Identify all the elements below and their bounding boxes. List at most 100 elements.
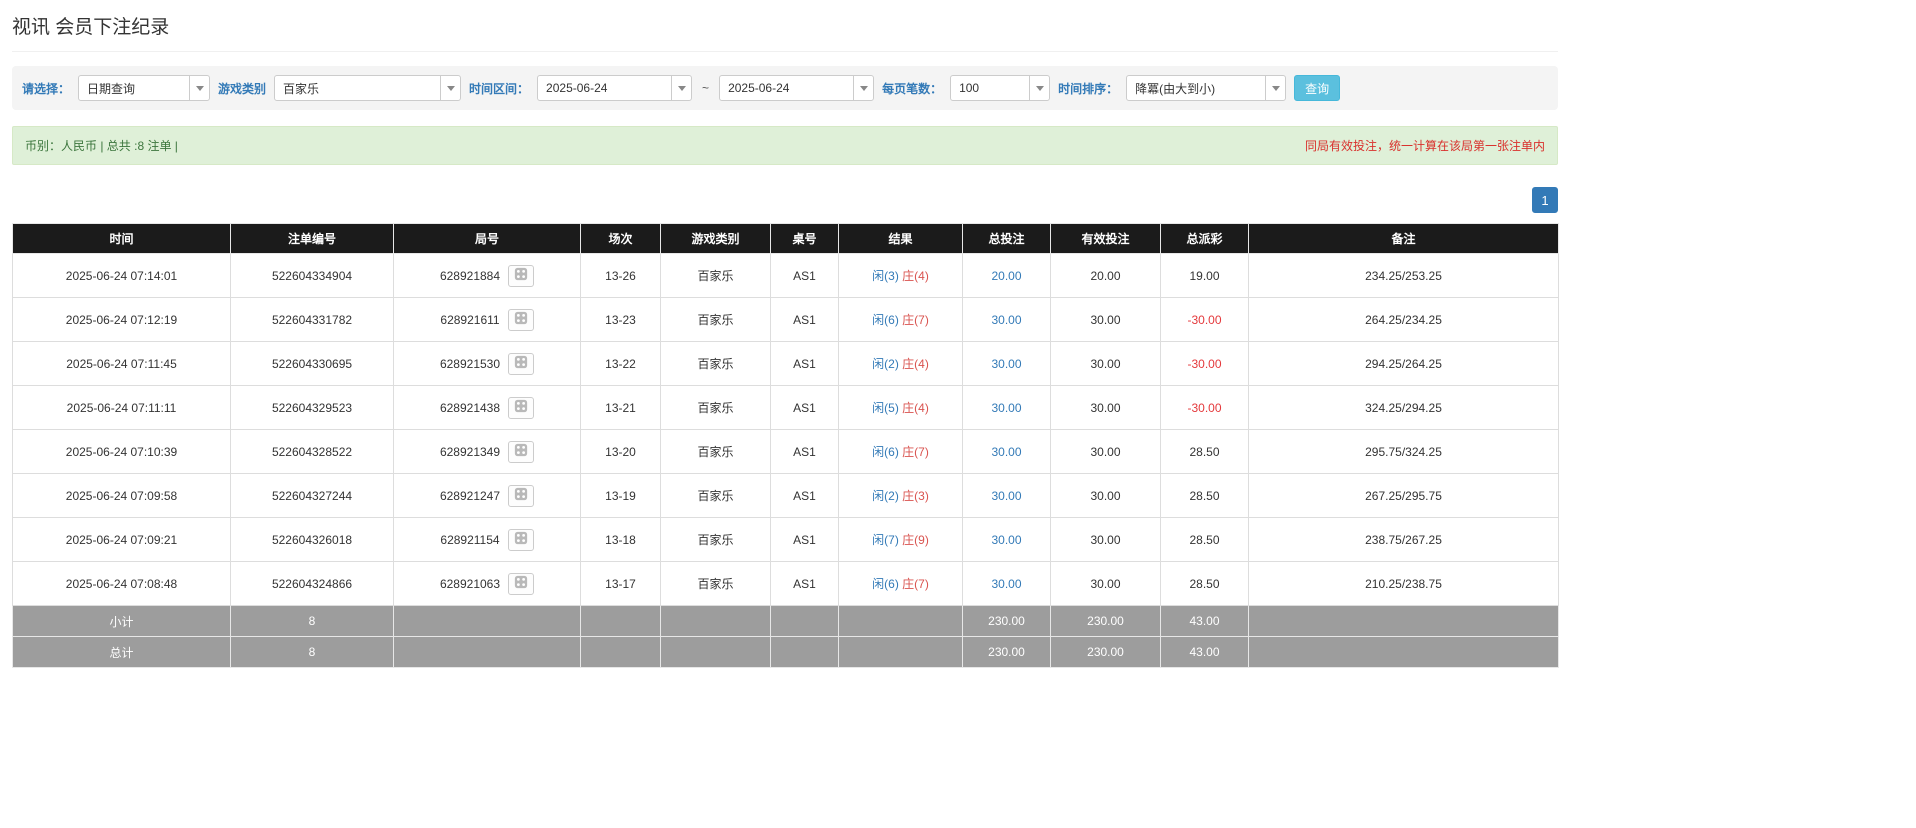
game-type-select[interactable]: 百家乐 [274, 75, 462, 101]
header-session: 场次 [580, 223, 661, 254]
note-cell: 267.25/295.75 [1248, 473, 1559, 518]
game-type-value: 百家乐 [283, 81, 320, 96]
round-number: 628921154 [440, 532, 500, 547]
game-type-cell: 百家乐 [660, 385, 771, 430]
result-banker: 庄(7) [902, 313, 929, 327]
date-from-value: 2025-06-24 [546, 81, 608, 95]
valid-bet-cell: 30.00 [1050, 385, 1161, 430]
header-time: 时间 [12, 223, 231, 254]
table-no-cell: AS1 [770, 253, 839, 298]
note-cell: 324.25/294.25 [1248, 385, 1559, 430]
total-bet-link[interactable]: 30.00 [991, 313, 1021, 327]
header-note: 备注 [1248, 223, 1559, 254]
result-player: 闲(6) [872, 445, 899, 459]
round-video-button[interactable] [508, 484, 535, 507]
total-row: 总计 8 230.00 230.00 43.00 [12, 636, 1559, 668]
table-no-cell: AS1 [770, 385, 839, 430]
table-header: 时间 注单编号 局号 场次 游戏类别 桌号 结果 总投注 有效投注 总派彩 备注 [12, 223, 1559, 254]
total-bet-link[interactable]: 30.00 [991, 577, 1021, 591]
header-bet-id: 注单编号 [230, 223, 394, 254]
subtotal-total-bet: 230.00 [962, 605, 1051, 637]
result-banker: 庄(7) [902, 445, 929, 459]
round-video-button[interactable] [508, 352, 535, 375]
payout-cell: -30.00 [1160, 341, 1249, 386]
table-row: 2025-06-24 07:08:48 522604324866 6289210… [12, 561, 1559, 606]
round-cell: 628921063 [393, 561, 581, 606]
session-cell: 13-21 [580, 385, 661, 430]
note-cell: 238.75/267.25 [1248, 517, 1559, 562]
page-size-select[interactable]: 100 [950, 75, 1051, 101]
header-valid-bet: 有效投注 [1050, 223, 1161, 254]
time-cell: 2025-06-24 07:09:21 [12, 517, 231, 562]
header-total-bet: 总投注 [962, 223, 1051, 254]
round-video-button[interactable] [508, 396, 535, 419]
total-bet-link[interactable]: 30.00 [991, 533, 1021, 547]
total-bet-link[interactable]: 30.00 [991, 401, 1021, 415]
table-no-cell: AS1 [770, 341, 839, 386]
game-type-cell: 百家乐 [660, 297, 771, 342]
chevron-down-icon[interactable] [671, 76, 692, 100]
total-valid-bet: 230.00 [1050, 636, 1161, 668]
round-video-button[interactable] [507, 308, 534, 331]
session-cell: 13-23 [580, 297, 661, 342]
payout-cell: 28.50 [1160, 473, 1249, 518]
result-cell: 闲(6) 庄(7) [838, 561, 963, 606]
page-button-1[interactable]: 1 [1532, 187, 1558, 213]
result-player: 闲(2) [872, 489, 899, 503]
round-video-button[interactable] [508, 440, 535, 463]
total-bet-link[interactable]: 30.00 [991, 489, 1021, 503]
total-bet-cell: 30.00 [962, 297, 1051, 342]
total-bet-link[interactable]: 30.00 [991, 357, 1021, 371]
select-label: 请选择： [22, 81, 71, 96]
round-number: 628921247 [439, 488, 501, 503]
dice-icon [514, 355, 528, 372]
table-row: 2025-06-24 07:12:19 522604331782 6289216… [12, 297, 1559, 342]
note-cell: 295.75/324.25 [1248, 429, 1559, 474]
result-cell: 闲(2) 庄(3) [838, 473, 963, 518]
chevron-down-icon[interactable] [853, 76, 874, 100]
result-banker: 庄(4) [902, 357, 929, 371]
dice-icon [514, 443, 528, 460]
round-cell: 628921530 [393, 341, 581, 386]
total-bet-cell: 30.00 [962, 561, 1051, 606]
date-from-picker[interactable]: 2025-06-24 [537, 75, 693, 101]
round-video-button[interactable] [507, 528, 534, 551]
game-type-cell: 百家乐 [660, 561, 771, 606]
note-cell: 210.25/238.75 [1248, 561, 1559, 606]
search-button[interactable]: 查询 [1294, 75, 1341, 101]
round-number: 628921884 [439, 268, 501, 283]
result-player: 闲(7) [872, 533, 899, 547]
round-video-button[interactable] [508, 264, 535, 287]
table-no-cell: AS1 [770, 429, 839, 474]
chevron-down-icon[interactable] [1265, 76, 1286, 100]
date-to-picker[interactable]: 2025-06-24 [719, 75, 875, 101]
header-result: 结果 [838, 223, 963, 254]
payout-cell: 28.50 [1160, 561, 1249, 606]
subtotal-count: 8 [230, 605, 394, 637]
total-total-bet: 230.00 [962, 636, 1051, 668]
payout-cell: -30.00 [1160, 385, 1249, 430]
bet-id-cell: 522604334904 [230, 253, 394, 298]
payout-cell: 19.00 [1160, 253, 1249, 298]
total-count: 8 [230, 636, 394, 668]
result-cell: 闲(6) 庄(7) [838, 297, 963, 342]
total-bet-link[interactable]: 20.00 [991, 269, 1021, 283]
chevron-down-icon[interactable] [440, 76, 461, 100]
chevron-down-icon[interactable] [1029, 76, 1050, 100]
session-cell: 13-17 [580, 561, 661, 606]
round-video-button[interactable] [508, 572, 535, 595]
chevron-down-icon[interactable] [189, 76, 210, 100]
summary-note: 同局有效投注，统一计算在该局第一张注单内 [1304, 139, 1545, 153]
dice-icon [514, 487, 528, 504]
result-banker: 庄(9) [902, 533, 929, 547]
valid-bet-cell: 20.00 [1050, 253, 1161, 298]
time-cell: 2025-06-24 07:12:19 [12, 297, 231, 342]
time-cell: 2025-06-24 07:11:11 [12, 385, 231, 430]
total-bet-link[interactable]: 30.00 [991, 445, 1021, 459]
round-cell: 628921154 [393, 517, 581, 562]
valid-bet-cell: 30.00 [1050, 297, 1161, 342]
note-cell: 234.25/253.25 [1248, 253, 1559, 298]
query-type-select[interactable]: 日期查询 [78, 75, 211, 101]
sort-select[interactable]: 降冪(由大到小) [1126, 75, 1287, 101]
bet-records-table: 时间 注单编号 局号 场次 游戏类别 桌号 结果 总投注 有效投注 总派彩 备注… [12, 223, 1559, 668]
